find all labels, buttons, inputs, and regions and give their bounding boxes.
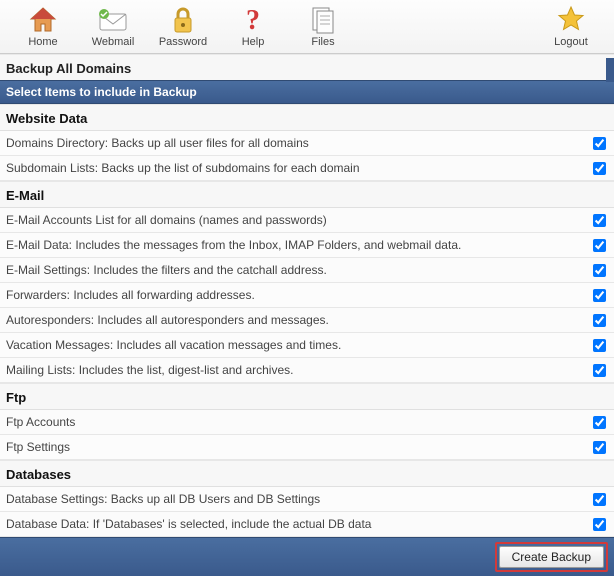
home-icon xyxy=(28,4,58,36)
item-label: Subdomain Lists: Backs up the list of su… xyxy=(6,161,587,175)
toolbar: Home Webmail Password ? Help Files Logou… xyxy=(0,0,614,54)
group-email: E-Mail xyxy=(0,181,614,208)
item-email-accounts: E-Mail Accounts List for all domains (na… xyxy=(0,208,614,233)
item-database-settings: Database Settings: Backs up all DB Users… xyxy=(0,487,614,512)
scroll-hint xyxy=(606,58,614,82)
toolbar-webmail[interactable]: Webmail xyxy=(78,4,148,48)
item-label: Forwarders: Includes all forwarding addr… xyxy=(6,288,587,302)
create-backup-button[interactable]: Create Backup xyxy=(499,546,604,568)
toolbar-webmail-label: Webmail xyxy=(92,36,135,48)
toolbar-logout[interactable]: Logout xyxy=(536,4,606,48)
files-icon xyxy=(310,4,336,36)
group-ftp: Ftp xyxy=(0,383,614,410)
item-ftp-settings: Ftp Settings xyxy=(0,435,614,460)
group-website-data: Website Data xyxy=(0,104,614,131)
item-domains-directory: Domains Directory: Backs up all user fil… xyxy=(0,131,614,156)
item-label: Ftp Accounts xyxy=(6,415,587,429)
checkbox-ftp-settings[interactable] xyxy=(593,441,606,454)
password-icon xyxy=(171,4,195,36)
item-label: Vacation Messages: Includes all vacation… xyxy=(6,338,587,352)
item-label: Ftp Settings xyxy=(6,440,587,454)
checkbox-subdomain-lists[interactable] xyxy=(593,162,606,175)
logout-icon xyxy=(556,4,586,36)
checkbox-vacation-messages[interactable] xyxy=(593,339,606,352)
item-label: E-Mail Settings: Includes the filters an… xyxy=(6,263,587,277)
item-subdomain-lists: Subdomain Lists: Backs up the list of su… xyxy=(0,156,614,181)
item-autoresponders: Autoresponders: Includes all autorespond… xyxy=(0,308,614,333)
webmail-icon xyxy=(97,4,129,36)
section-header: Select Items to include in Backup xyxy=(0,80,614,104)
item-label: E-Mail Data: Includes the messages from … xyxy=(6,238,587,252)
toolbar-home-label: Home xyxy=(28,36,57,48)
toolbar-help-label: Help xyxy=(242,36,265,48)
item-ftp-accounts: Ftp Accounts xyxy=(0,410,614,435)
create-backup-highlight: Create Backup xyxy=(495,542,608,572)
checkbox-database-data[interactable] xyxy=(593,518,606,531)
group-databases: Databases xyxy=(0,460,614,487)
checkbox-email-data[interactable] xyxy=(593,239,606,252)
item-label: E-Mail Accounts List for all domains (na… xyxy=(6,213,587,227)
item-label: Mailing Lists: Includes the list, digest… xyxy=(6,363,587,377)
item-label: Autoresponders: Includes all autorespond… xyxy=(6,313,587,327)
item-email-settings: E-Mail Settings: Includes the filters an… xyxy=(0,258,614,283)
toolbar-password-label: Password xyxy=(159,36,207,48)
checkbox-email-settings[interactable] xyxy=(593,264,606,277)
svg-text:?: ? xyxy=(246,5,260,35)
help-icon: ? xyxy=(243,4,263,36)
toolbar-files-label: Files xyxy=(311,36,334,48)
item-email-data: E-Mail Data: Includes the messages from … xyxy=(0,233,614,258)
item-forwarders: Forwarders: Includes all forwarding addr… xyxy=(0,283,614,308)
item-database-data: Database Data: If 'Databases' is selecte… xyxy=(0,512,614,537)
checkbox-autoresponders[interactable] xyxy=(593,314,606,327)
item-label: Domains Directory: Backs up all user fil… xyxy=(6,136,587,150)
checkbox-email-accounts[interactable] xyxy=(593,214,606,227)
footer-bar: Create Backup xyxy=(0,537,614,576)
toolbar-home[interactable]: Home xyxy=(8,4,78,48)
checkbox-domains-directory[interactable] xyxy=(593,137,606,150)
item-label: Database Data: If 'Databases' is selecte… xyxy=(6,517,587,531)
toolbar-help[interactable]: ? Help xyxy=(218,4,288,48)
toolbar-password[interactable]: Password xyxy=(148,4,218,48)
page-title: Backup All Domains xyxy=(0,54,614,80)
checkbox-mailing-lists[interactable] xyxy=(593,364,606,377)
item-mailing-lists: Mailing Lists: Includes the list, digest… xyxy=(0,358,614,383)
checkbox-ftp-accounts[interactable] xyxy=(593,416,606,429)
item-label: Database Settings: Backs up all DB Users… xyxy=(6,492,587,506)
toolbar-logout-label: Logout xyxy=(554,36,588,48)
item-vacation-messages: Vacation Messages: Includes all vacation… xyxy=(0,333,614,358)
checkbox-forwarders[interactable] xyxy=(593,289,606,302)
checkbox-database-settings[interactable] xyxy=(593,493,606,506)
toolbar-files[interactable]: Files xyxy=(288,4,358,48)
